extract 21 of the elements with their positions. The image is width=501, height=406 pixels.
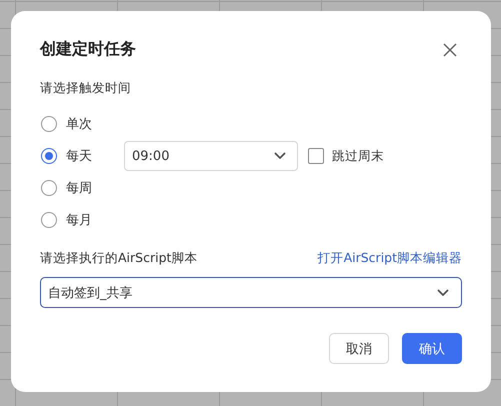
radio-label: 每月 xyxy=(66,212,93,229)
chevron-down-icon xyxy=(274,152,286,160)
script-label: 请选择执行的AirScript脚本 xyxy=(40,250,198,267)
checkbox-label: 跳过周末 xyxy=(332,148,384,164)
radio-label: 每天 xyxy=(66,148,93,165)
trigger-label: 请选择触发时间 xyxy=(40,80,132,97)
checkbox[interactable] xyxy=(308,148,324,164)
dialog-title: 创建定时任务 xyxy=(40,39,136,60)
radio-label: 每周 xyxy=(66,180,93,197)
cancel-button[interactable]: 取消 xyxy=(329,333,389,364)
confirm-button[interactable]: 确认 xyxy=(402,333,462,364)
time-dropdown[interactable]: 09:00 xyxy=(124,141,298,171)
radio-label: 单次 xyxy=(66,116,93,133)
chevron-down-icon xyxy=(437,288,449,296)
editor-link[interactable]: 打开AirScript脚本编辑器 xyxy=(318,250,462,267)
close-button[interactable] xyxy=(443,42,457,56)
script-dropdown[interactable]: 自动签到_共享 xyxy=(40,277,462,308)
radio-button[interactable] xyxy=(41,148,57,164)
radio-button[interactable] xyxy=(41,180,57,196)
radio-button[interactable] xyxy=(41,212,57,228)
radio-button[interactable] xyxy=(41,116,57,132)
